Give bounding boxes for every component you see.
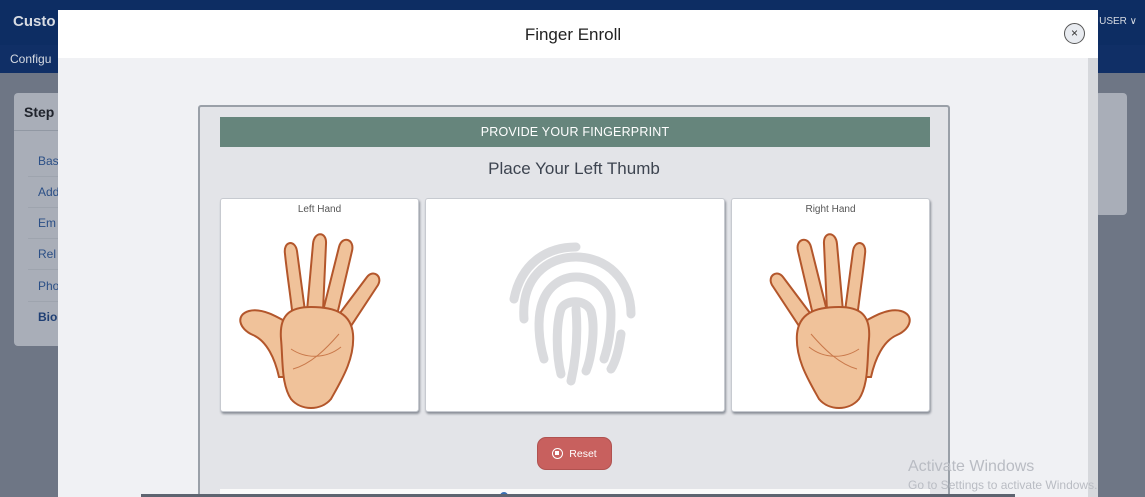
steps-title: Step [24,104,55,120]
fingerprint-banner: PROVIDE YOUR FINGERPRINT [220,117,930,147]
modal-title: Finger Enroll [524,25,622,44]
finger-enroll-modal: Finger Enroll × PROVIDE YOUR FINGERPRINT… [58,10,1098,497]
instruction-text: Place Your Left Thumb [488,159,660,178]
user-name: USER [1099,16,1127,27]
enroll-panel: PROVIDE YOUR FINGERPRINT Place Your Left… [198,105,950,497]
step-basic[interactable]: Bas [38,154,59,168]
subnav-configure[interactable]: Configu [10,52,51,66]
left-hand-icon [239,233,381,409]
fingerprint-scan-area[interactable] [425,198,725,412]
close-icon[interactable]: × [1064,23,1085,44]
fingerprint-icon [509,242,636,386]
app-title: Custo [13,13,56,30]
modal-header: Finger Enroll × [58,10,1098,58]
reset-label: Reset [569,448,597,460]
chevron-down-icon: ∨ [1129,16,1137,27]
right-hand-icon [769,233,911,409]
right-card [1095,93,1127,215]
step-photo[interactable]: Pho [38,279,59,293]
right-hand-panel[interactable]: Right Hand [731,198,930,412]
activate-windows-watermark: Activate Windows Go to Settings to activ… [908,458,1097,492]
step-relation[interactable]: Rel [38,247,56,261]
step-employment[interactable]: Em [38,216,56,230]
reset-button[interactable]: Reset [537,437,612,470]
user-menu[interactable]: USER ∨ [1099,16,1137,27]
step-biometric[interactable]: Bio [38,310,57,324]
step-address[interactable]: Add [38,185,59,199]
watermark-line1: Activate Windows [908,458,1035,475]
left-hand-panel[interactable]: Left Hand [220,198,419,412]
modal-scrollbar[interactable] [1088,58,1098,497]
watermark-line2: Go to Settings to activate Windows. [908,478,1098,492]
reset-icon [552,448,564,459]
